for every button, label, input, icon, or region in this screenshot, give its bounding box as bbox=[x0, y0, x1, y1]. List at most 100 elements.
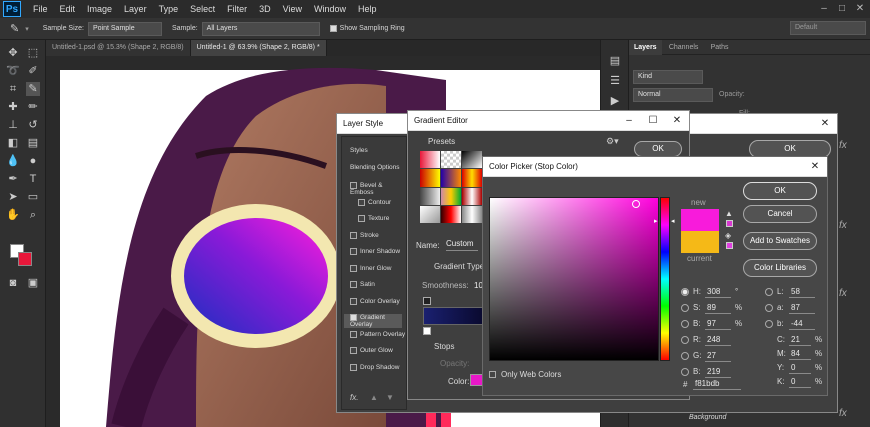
sample-size-select[interactable]: Point Sample bbox=[87, 21, 162, 36]
background-color-swatch[interactable] bbox=[18, 252, 32, 266]
color-picker-ok-button[interactable]: OK bbox=[743, 182, 817, 200]
healing-tool-icon[interactable]: ✚ bbox=[6, 100, 20, 114]
lab-input[interactable]: 87 bbox=[789, 302, 815, 314]
color-picker-cancel-button[interactable]: Cancel bbox=[743, 205, 817, 223]
lab-radio[interactable] bbox=[765, 304, 773, 312]
hsb-input[interactable]: 308 bbox=[705, 286, 731, 298]
menu-file[interactable]: File bbox=[33, 4, 48, 14]
rgb-input[interactable]: 219 bbox=[705, 366, 731, 378]
effect-checkbox[interactable] bbox=[350, 182, 357, 189]
color-field[interactable] bbox=[489, 197, 659, 361]
preset-swatch[interactable] bbox=[420, 187, 440, 205]
gamut-warning-icon[interactable]: ▲ bbox=[725, 209, 733, 218]
preset-swatch[interactable] bbox=[441, 169, 461, 187]
effect-checkbox[interactable] bbox=[350, 347, 357, 354]
rgb-radio[interactable] bbox=[681, 368, 689, 376]
blending-options-item[interactable]: Blending Options bbox=[350, 164, 400, 171]
menu-window[interactable]: Window bbox=[314, 4, 346, 14]
cmyk-input[interactable]: 0 bbox=[789, 376, 811, 388]
preset-swatch[interactable] bbox=[462, 187, 482, 205]
maximize-icon[interactable]: ☐ bbox=[641, 111, 665, 131]
gradient-name-input[interactable]: Custom bbox=[446, 239, 478, 251]
effect-item-stroke[interactable]: Stroke bbox=[350, 231, 379, 239]
effect-checkbox[interactable] bbox=[350, 281, 357, 288]
preset-swatch[interactable] bbox=[462, 151, 482, 169]
marquee-tool-icon[interactable]: ⬚ bbox=[26, 46, 40, 60]
web-safe-swatch[interactable] bbox=[726, 242, 733, 249]
minimize-icon[interactable]: – bbox=[617, 111, 641, 131]
effect-item-drop-shadow[interactable]: Drop Shadow bbox=[350, 363, 399, 371]
preset-swatch[interactable] bbox=[420, 151, 440, 169]
screen-mode-icon[interactable]: ▣ bbox=[26, 276, 40, 290]
workspace-select[interactable]: Default bbox=[790, 21, 866, 35]
menu-3d[interactable]: 3D bbox=[259, 4, 271, 14]
opacity-stop-marker[interactable] bbox=[423, 297, 431, 305]
minimize-icon[interactable]: – bbox=[818, 3, 830, 15]
effect-checkbox[interactable] bbox=[350, 264, 357, 272]
brush-tool-icon[interactable]: ✏ bbox=[26, 100, 40, 114]
shape-tool-icon[interactable]: ▭ bbox=[26, 190, 40, 204]
effect-checkbox[interactable] bbox=[350, 248, 357, 255]
history-panel-icon[interactable]: ▤ bbox=[608, 54, 622, 68]
hand-tool-icon[interactable]: ✋ bbox=[6, 208, 20, 222]
menu-layer[interactable]: Layer bbox=[124, 4, 147, 14]
web-safe-icon[interactable]: ◈ bbox=[725, 231, 731, 240]
chevron-down-icon[interactable]: ▾ bbox=[25, 25, 29, 33]
gradient-tool-icon[interactable]: ▤ bbox=[26, 136, 40, 150]
background-layer-name[interactable]: Background bbox=[689, 414, 726, 421]
effect-item-pattern-overlay[interactable]: Pattern Overlay bbox=[350, 330, 405, 338]
blend-mode-select[interactable]: Normal bbox=[633, 88, 713, 102]
effect-checkbox[interactable] bbox=[350, 363, 357, 371]
gamut-swatch[interactable] bbox=[726, 220, 733, 227]
fx-icon-2[interactable]: fx bbox=[839, 220, 847, 231]
maximize-icon[interactable]: □ bbox=[836, 3, 848, 15]
gradient-editor-ok-button[interactable]: OK bbox=[634, 141, 682, 157]
effect-checkbox[interactable] bbox=[350, 330, 357, 338]
move-up-icon[interactable]: ▲ bbox=[370, 393, 378, 402]
hue-slider[interactable] bbox=[660, 197, 670, 361]
effect-item-texture[interactable]: Texture bbox=[358, 215, 389, 222]
add-to-swatches-button[interactable]: Add to Swatches bbox=[743, 232, 817, 250]
effect-checkbox[interactable] bbox=[350, 314, 357, 321]
eyedropper-icon[interactable]: ✎ bbox=[10, 22, 19, 35]
move-down-icon[interactable]: ▼ bbox=[386, 393, 394, 402]
lab-input[interactable]: 58 bbox=[789, 286, 815, 298]
preset-swatch[interactable] bbox=[441, 187, 461, 205]
hue-slider-left-arrow[interactable]: ▸ bbox=[654, 217, 658, 225]
preset-swatch[interactable] bbox=[420, 169, 440, 187]
hsb-input[interactable]: 97 bbox=[705, 318, 731, 330]
rgb-input[interactable]: 248 bbox=[705, 334, 731, 346]
lasso-tool-icon[interactable]: ➰ bbox=[6, 64, 20, 78]
quick-mask-icon[interactable]: ◙ bbox=[6, 276, 20, 290]
cmyk-input[interactable]: 0 bbox=[789, 362, 811, 374]
menu-filter[interactable]: Filter bbox=[227, 4, 247, 14]
hsb-input[interactable]: 89 bbox=[705, 302, 731, 314]
history-brush-icon[interactable]: ↺ bbox=[26, 118, 40, 132]
gear-icon[interactable]: ⚙▾ bbox=[606, 136, 619, 147]
effect-item-satin[interactable]: Satin bbox=[350, 281, 375, 288]
pen-tool-icon[interactable]: ✒ bbox=[6, 172, 20, 186]
menu-image[interactable]: Image bbox=[87, 4, 112, 14]
preset-swatches[interactable] bbox=[420, 151, 482, 223]
path-select-icon[interactable]: ➤ bbox=[6, 190, 20, 204]
lab-radio[interactable] bbox=[765, 320, 773, 328]
stamp-tool-icon[interactable]: ⊥ bbox=[6, 118, 20, 132]
effect-checkbox[interactable] bbox=[358, 198, 365, 206]
effect-item-gradient-overlay[interactable]: Gradient Overlay bbox=[344, 314, 402, 329]
sample-select[interactable]: All Layers bbox=[201, 21, 320, 36]
effect-item-inner-shadow[interactable]: Inner Shadow bbox=[350, 248, 400, 255]
rgb-input[interactable]: 27 bbox=[705, 350, 731, 362]
cmyk-input[interactable]: 21 bbox=[789, 334, 811, 346]
preset-swatch[interactable] bbox=[441, 205, 461, 223]
crop-tool-icon[interactable]: ⌗ bbox=[6, 82, 20, 96]
tab-paths[interactable]: Paths bbox=[706, 40, 734, 55]
current-color-swatch[interactable] bbox=[681, 231, 719, 253]
show-sampling-ring-checkbox[interactable] bbox=[329, 25, 337, 32]
effect-item-bevel-emboss[interactable]: Bevel & Emboss bbox=[350, 182, 406, 196]
only-web-colors-checkbox[interactable] bbox=[489, 371, 496, 378]
effect-checkbox[interactable] bbox=[350, 231, 357, 239]
cmyk-input[interactable]: 84 bbox=[789, 348, 811, 360]
effect-item-color-overlay[interactable]: Color Overlay bbox=[350, 297, 400, 305]
preset-swatch[interactable] bbox=[441, 151, 461, 169]
menu-edit[interactable]: Edit bbox=[60, 4, 76, 14]
